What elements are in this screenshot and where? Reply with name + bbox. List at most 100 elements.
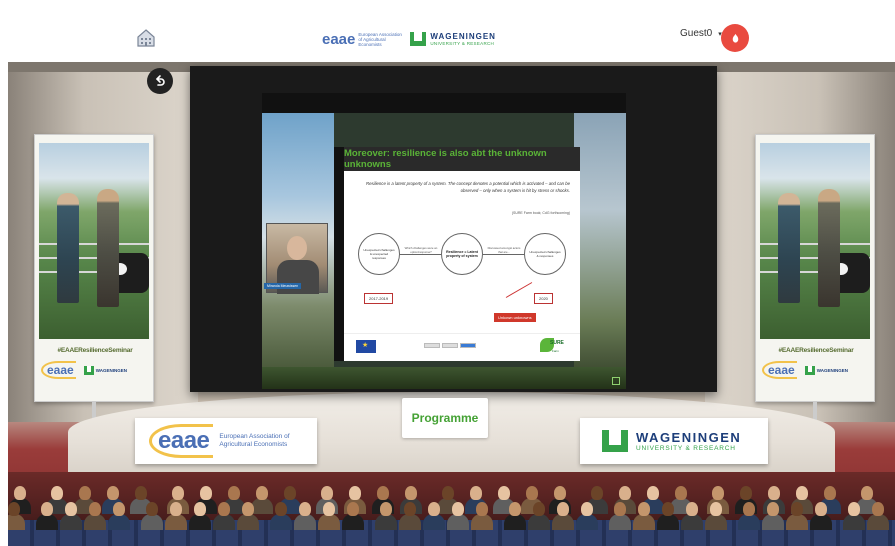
- programme-button[interactable]: Programme: [402, 398, 488, 438]
- audience-member: [189, 514, 211, 530]
- audience-member-head: [170, 502, 182, 516]
- audience-member-head: [349, 486, 361, 500]
- diagram-node: Unexpected challenges & unexpected respo…: [358, 233, 400, 275]
- audience-member: [471, 514, 493, 530]
- back-button[interactable]: [147, 68, 173, 94]
- audience-member: [504, 514, 526, 530]
- toolbar-cell[interactable]: [442, 343, 458, 348]
- unknowns-tag: Unkown unknowns: [494, 313, 536, 322]
- screen-share-toolbar[interactable]: [424, 343, 476, 348]
- header-logos: eaae European Association of Agricultura…: [322, 26, 496, 52]
- seat-row: [8, 534, 895, 546]
- audience-member-head: [452, 502, 464, 516]
- audience-member-head: [509, 502, 521, 516]
- audience-member-head: [861, 486, 873, 500]
- audience-member-head: [8, 502, 20, 516]
- audience-member-head: [619, 486, 631, 500]
- audience-member: [843, 514, 865, 530]
- programme-label: Programme: [411, 411, 479, 425]
- audience-member-head: [200, 486, 212, 500]
- eaae-logo-subtitle: European Association of Agricultural Eco…: [219, 433, 290, 448]
- audience-member-head: [872, 502, 884, 516]
- toolbar-cell[interactable]: [424, 343, 440, 348]
- audience-member-head: [89, 502, 101, 516]
- audience-member: [141, 514, 163, 530]
- banner-wur-name: WAGENINGEN: [816, 367, 848, 373]
- right-banner: #EAAEResilienceSeminar eaae WAGENINGEN: [755, 134, 875, 402]
- eaae-logo: eaae European Association of Agricultura…: [322, 31, 402, 48]
- audience-member-head: [172, 486, 184, 500]
- audience-member-head: [712, 486, 724, 500]
- user-menu[interactable]: Guest0 ▾: [680, 28, 722, 39]
- alarm-button[interactable]: [721, 24, 749, 52]
- fullscreen-icon[interactable]: [612, 377, 620, 385]
- surefarm-logo: SURE Farm: [540, 336, 564, 358]
- video-stream[interactable]: Miranda Meuwissen Moreover: resilience i…: [262, 93, 626, 389]
- audience-member-head: [470, 486, 482, 500]
- audience-member: [705, 514, 727, 530]
- audience-member-head: [740, 486, 752, 500]
- virtual-auditorium: #EAAEResilienceSeminar eaae WAGENINGEN #…: [8, 62, 895, 546]
- audience-member-head: [533, 502, 545, 516]
- audience-area: [8, 472, 895, 546]
- audience-member: [237, 514, 259, 530]
- alarm-icon: [732, 33, 738, 43]
- audience-member: [867, 514, 889, 530]
- audience-member-head: [380, 502, 392, 516]
- audience-member-head: [476, 502, 488, 516]
- audience-member-head: [554, 486, 566, 500]
- audience-member: [810, 514, 832, 530]
- audience-member-head: [242, 502, 254, 516]
- audience-member: [633, 514, 655, 530]
- audience-member: [318, 514, 340, 530]
- audience-member: [657, 514, 679, 530]
- audience-member-head: [218, 502, 230, 516]
- audience-member-head: [848, 502, 860, 516]
- wur-mark-icon: [804, 365, 815, 375]
- wur-logo-subtitle: UNIVERSITY & RESEARCH: [636, 445, 736, 452]
- presentation-screen[interactable]: Miranda Meuwissen Moreover: resilience i…: [190, 66, 717, 392]
- diagram-arrow-label: Which challenges were an option/response…: [404, 246, 438, 254]
- background-scene: [574, 113, 626, 389]
- audience-member-head: [347, 502, 359, 516]
- home-icon[interactable]: [136, 28, 156, 48]
- wur-logo-name: WAGENINGEN: [636, 430, 742, 445]
- audience-member: [375, 514, 397, 530]
- audience-member-head: [51, 486, 63, 500]
- presenter-name-tag: Miranda Meuwissen: [264, 283, 302, 289]
- audience-member-head: [526, 486, 538, 500]
- audience-member-head: [557, 502, 569, 516]
- audience-member: [213, 514, 235, 530]
- audience-member-head: [686, 502, 698, 516]
- audience-member-head: [405, 486, 417, 500]
- audience-member: [8, 514, 25, 530]
- audience-member: [576, 514, 598, 530]
- audience-member: [681, 514, 703, 530]
- diagram-node: Resilience = Latent property of system: [441, 233, 483, 275]
- audience-member: [165, 514, 187, 530]
- audience-member-head: [299, 502, 311, 516]
- banner-photo: [760, 143, 870, 339]
- audience-member-head: [647, 486, 659, 500]
- audience-member-head: [767, 502, 779, 516]
- audience-member-head: [815, 502, 827, 516]
- toolbar-cell[interactable]: [460, 343, 476, 348]
- audience-member: [552, 514, 574, 530]
- audience-member-head: [284, 486, 296, 500]
- audience-member-head: [41, 502, 53, 516]
- year-label: 2017-2019: [364, 293, 394, 304]
- audience-member: [399, 514, 421, 530]
- slide-quote: Resilience is a latent property of a sys…: [366, 181, 570, 193]
- audience-member: [108, 514, 130, 530]
- audience-member-head: [113, 502, 125, 516]
- eaae-logo-text: eaae: [149, 424, 214, 458]
- audience-member-head: [675, 486, 687, 500]
- banner-logos: eaae WAGENINGEN: [762, 361, 848, 379]
- audience-member-head: [377, 486, 389, 500]
- audience-member-head: [275, 502, 287, 516]
- audience-member: [423, 514, 445, 530]
- audience-member-head: [194, 502, 206, 516]
- banner-eaae-logo: eaae: [41, 361, 76, 379]
- banner-hashtag: #EAAEResilienceSeminar: [57, 347, 133, 354]
- year-label: 2020: [534, 293, 553, 304]
